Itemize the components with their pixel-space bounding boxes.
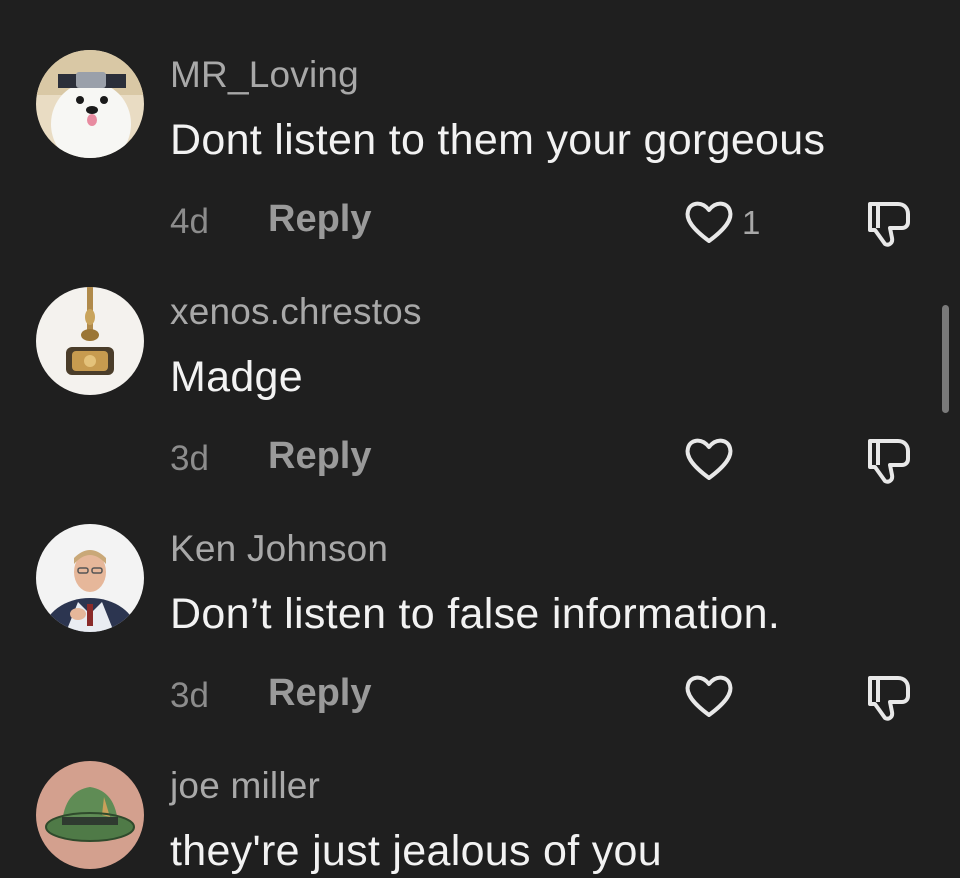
like-count: 1 <box>742 204 761 241</box>
comment-username[interactable]: xenos.chrestos <box>170 291 422 333</box>
comment-text: they're just jealous of you <box>170 827 662 875</box>
previous-comment-actions-fragment <box>0 0 960 6</box>
thumbs-down-icon <box>868 202 910 247</box>
comment-text: Madge <box>170 353 303 401</box>
reply-button[interactable]: Reply <box>268 198 371 241</box>
dislike-button[interactable] <box>860 196 916 250</box>
polar-bear-avatar-icon <box>36 50 144 158</box>
comment-username[interactable]: Ken Johnson <box>170 528 388 570</box>
avatar[interactable] <box>36 50 144 158</box>
comment-item: joe miller they're just jealous of you <box>0 761 960 878</box>
comment-item: xenos.chrestos Madge 3d Reply <box>0 287 960 487</box>
dislike-button[interactable] <box>860 433 916 487</box>
reply-button[interactable]: Reply <box>268 435 371 478</box>
man-in-vest-avatar-icon <box>36 524 144 632</box>
heart-icon <box>685 201 733 243</box>
reply-button[interactable]: Reply <box>268 672 371 715</box>
green-hat-avatar-icon <box>36 761 144 869</box>
avatar[interactable] <box>36 761 144 869</box>
like-button[interactable] <box>682 670 782 724</box>
thumbs-down-icon <box>868 439 910 484</box>
comment-text: Dont listen to them your gorgeous <box>170 116 826 164</box>
like-button[interactable]: 1 <box>682 196 782 250</box>
comment-timestamp: 3d <box>170 676 209 715</box>
heart-icon <box>685 675 733 717</box>
thumbs-down-icon <box>868 676 910 721</box>
comment-username[interactable]: MR_Loving <box>170 54 359 96</box>
comment-username[interactable]: joe miller <box>170 765 320 807</box>
heart-icon <box>685 438 733 480</box>
comment-text: Don’t listen to false information. <box>170 590 781 638</box>
comment-item: Ken Johnson Don’t listen to false inform… <box>0 524 960 724</box>
comments-panel: MR_Loving Dont listen to them your gorge… <box>0 0 960 878</box>
like-button[interactable] <box>682 433 782 487</box>
dislike-button[interactable] <box>860 670 916 724</box>
comment-timestamp: 4d <box>170 202 209 241</box>
avatar[interactable] <box>36 287 144 395</box>
scrollbar[interactable] <box>942 305 949 413</box>
golden-ornament-avatar-icon <box>36 287 144 395</box>
avatar[interactable] <box>36 524 144 632</box>
comment-timestamp: 3d <box>170 439 209 478</box>
comment-item: MR_Loving Dont listen to them your gorge… <box>0 50 960 250</box>
